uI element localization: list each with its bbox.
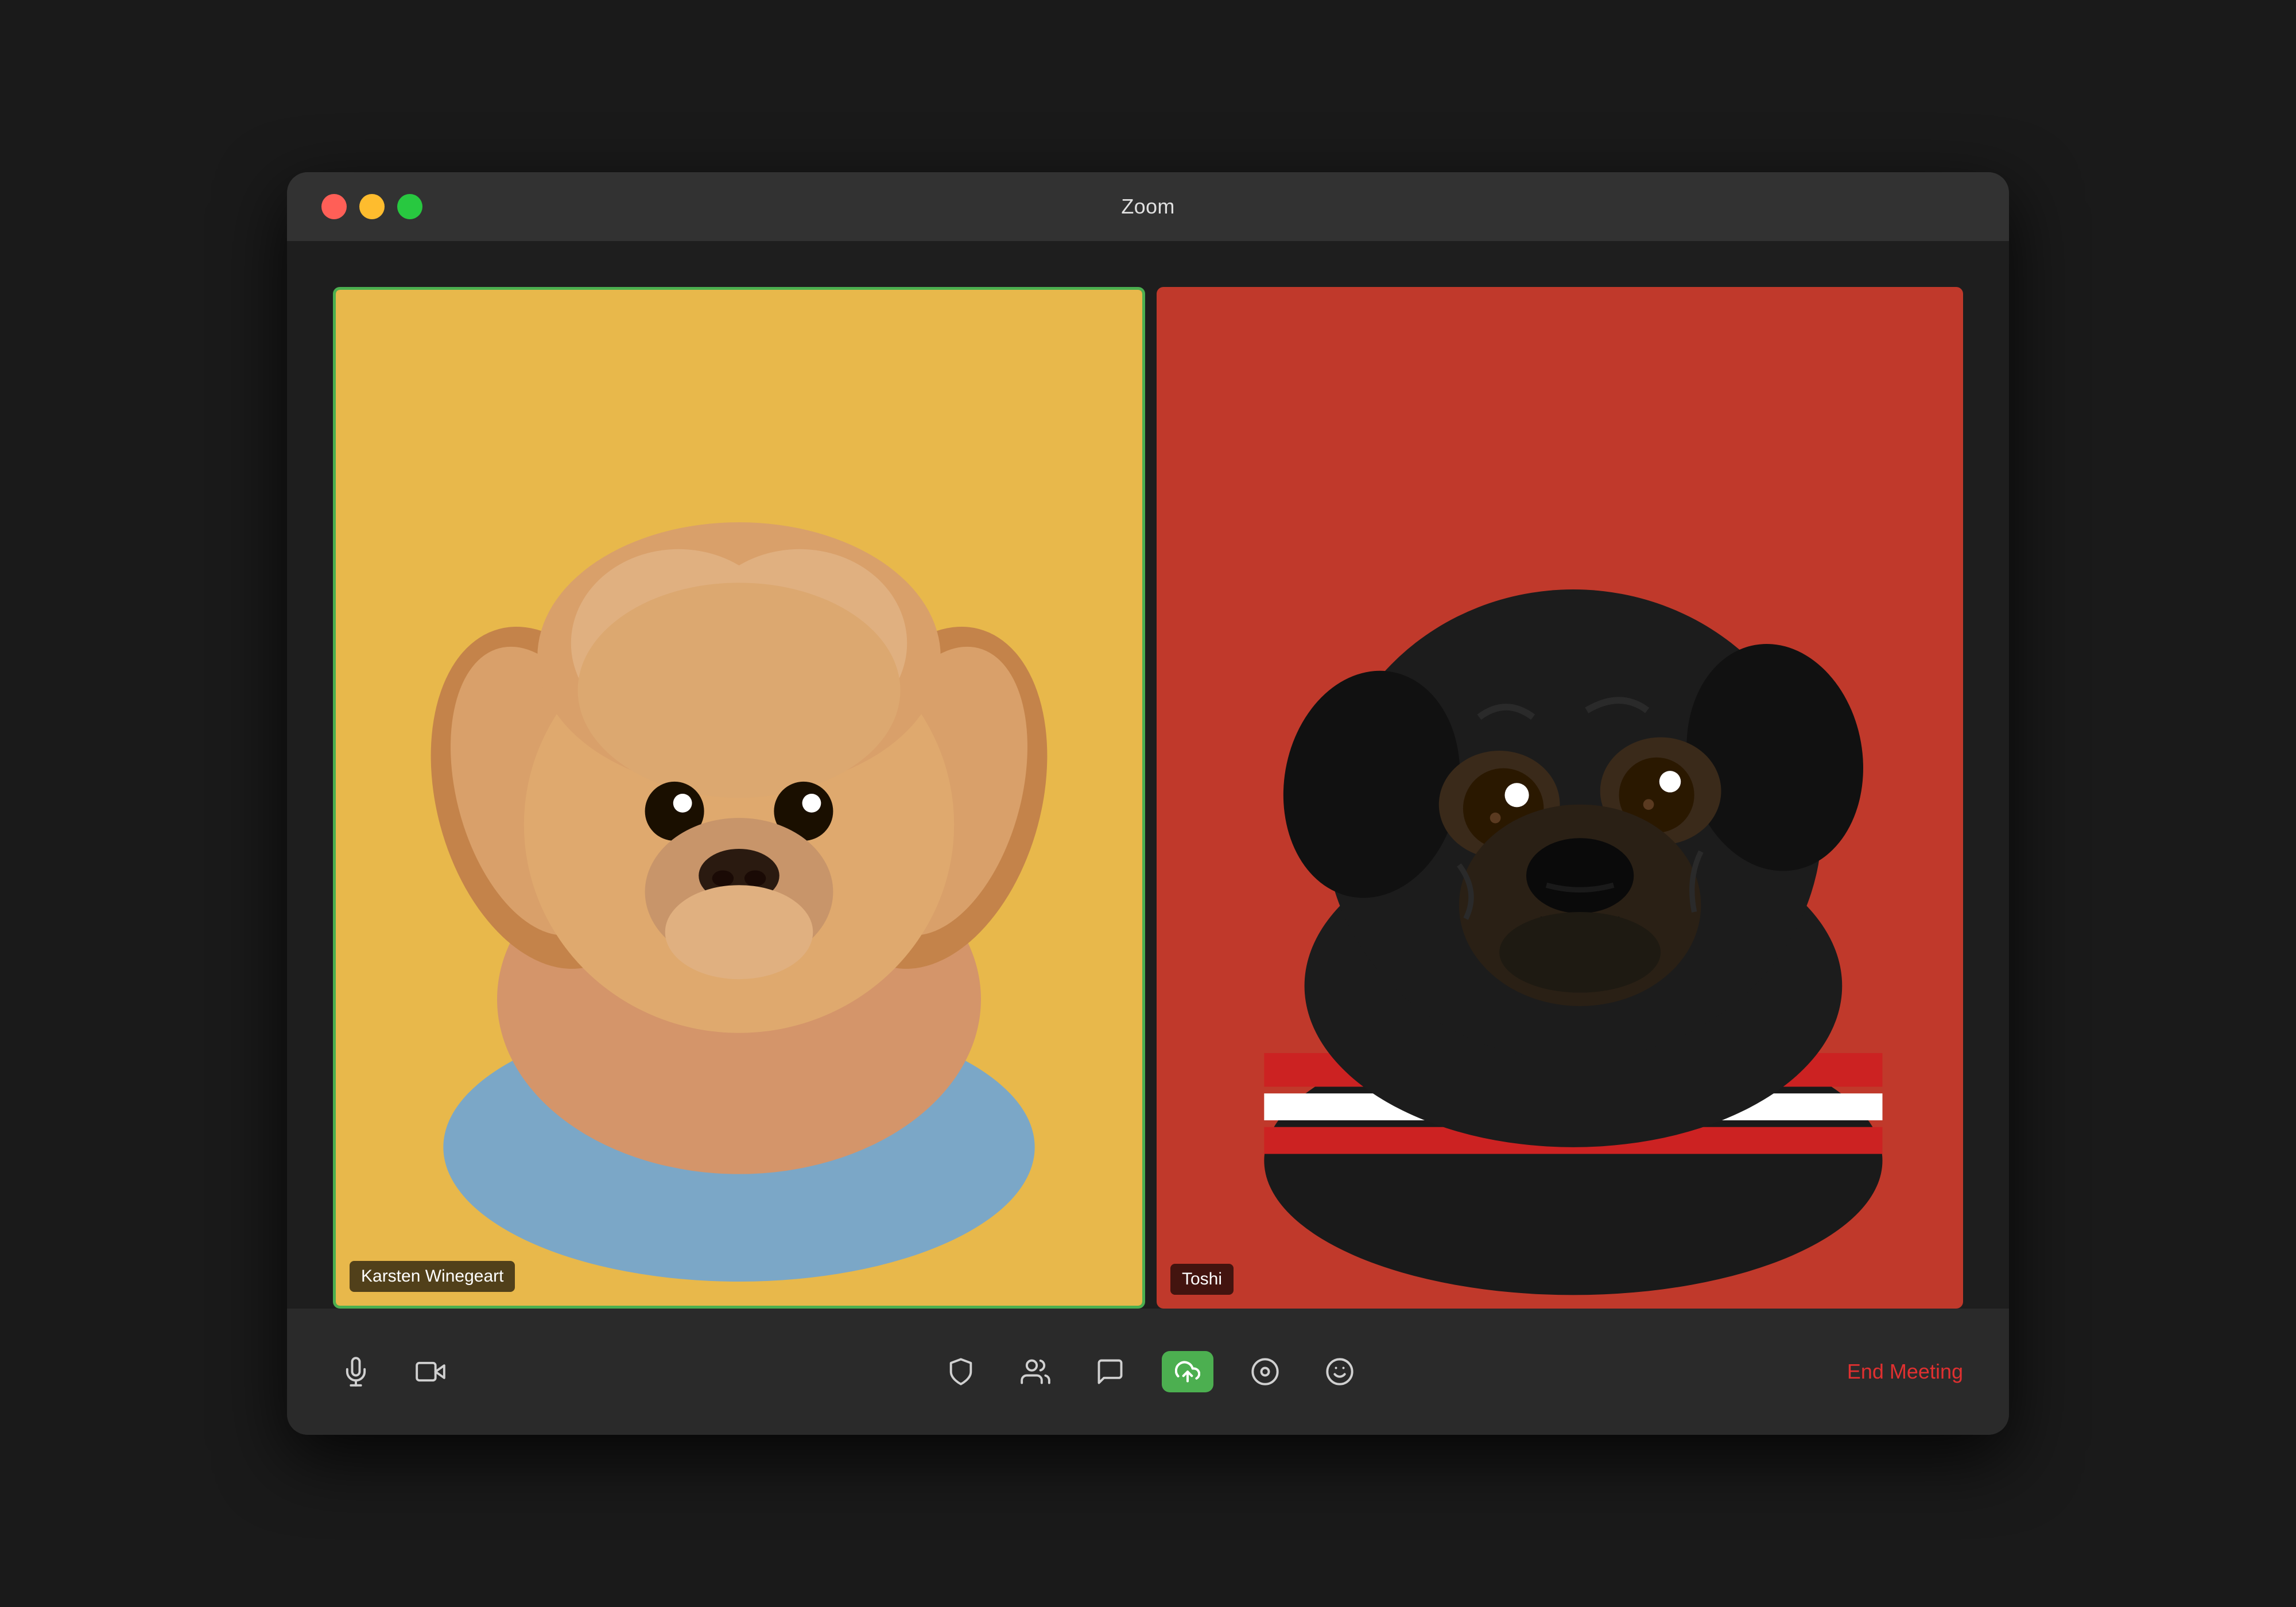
minimize-button[interactable] (359, 194, 385, 219)
window-title: Zoom (1121, 195, 1174, 219)
video-bg-karsten (336, 290, 1142, 1306)
chat-button[interactable] (1087, 1349, 1133, 1395)
security-button[interactable] (938, 1349, 984, 1395)
toolbar: End Meeting (287, 1309, 2009, 1435)
reactions-button[interactable] (1317, 1349, 1363, 1395)
video-bg-toshi (1157, 287, 1963, 1309)
dog-pug-image (1157, 287, 1963, 1309)
toolbar-right: End Meeting (1847, 1360, 1963, 1384)
share-screen-button[interactable] (1162, 1351, 1213, 1392)
end-meeting-button[interactable]: End Meeting (1847, 1360, 1963, 1384)
mute-button[interactable] (333, 1349, 379, 1395)
participant-label-toshi: Toshi (1170, 1264, 1234, 1295)
traffic-lights (321, 194, 422, 219)
content-area: Karsten Winegeart (287, 241, 2009, 1309)
toolbar-center (453, 1349, 1847, 1395)
maximize-button[interactable] (397, 194, 422, 219)
participant-label-karsten: Karsten Winegeart (350, 1261, 515, 1292)
video-tile-toshi: Toshi (1157, 287, 1963, 1309)
titlebar: Zoom (287, 172, 2009, 241)
close-button[interactable] (321, 194, 347, 219)
toolbar-left (333, 1349, 453, 1395)
dog-shih-tzu-image (336, 290, 1142, 1306)
participants-button[interactable] (1013, 1349, 1058, 1395)
record-button[interactable] (1242, 1349, 1288, 1395)
zoom-window: Zoom (287, 172, 2009, 1435)
video-grid: Karsten Winegeart (333, 287, 1963, 1309)
video-tile-karsten: Karsten Winegeart (333, 287, 1145, 1309)
video-button[interactable] (408, 1349, 453, 1395)
